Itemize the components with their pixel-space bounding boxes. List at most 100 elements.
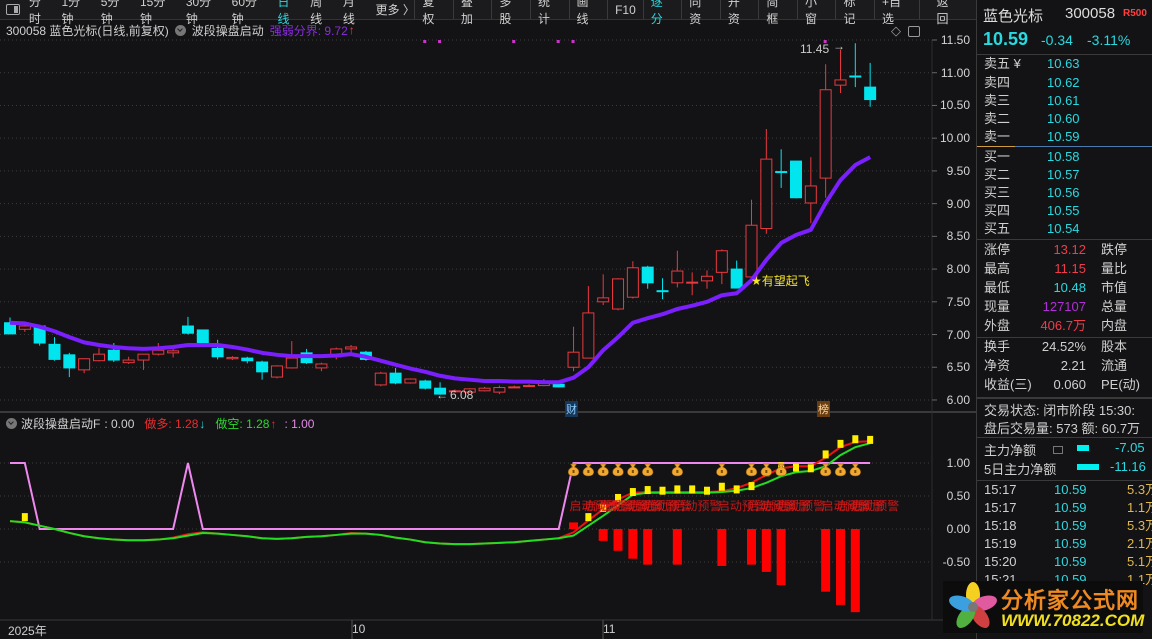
bid-row[interactable]: 买五 10.54 bbox=[984, 220, 1152, 238]
price-tick-label: 6.50 bbox=[946, 360, 970, 375]
money-bag-icon bbox=[646, 470, 649, 473]
indicator-f-name[interactable]: 波段操盘启动F bbox=[21, 415, 100, 432]
candle-up bbox=[745, 224, 758, 278]
kline-chart[interactable] bbox=[0, 0, 976, 639]
money-bag-icon bbox=[839, 470, 842, 473]
stat-label: 外盘 bbox=[984, 318, 1011, 333]
yellow-marker bbox=[837, 439, 844, 448]
tick-price: 10.59 bbox=[1054, 482, 1087, 497]
candle-up bbox=[671, 270, 684, 284]
indicator-dropdown-icon[interactable] bbox=[6, 418, 17, 429]
billboard-tag[interactable]: 榜 bbox=[817, 401, 830, 417]
tick-row: 15:19 10.59 2.1万 bbox=[984, 535, 1152, 553]
diamond-icon[interactable]: ◇ bbox=[891, 23, 901, 39]
yellow-marker bbox=[585, 513, 592, 522]
panel-layout-icon[interactable] bbox=[908, 26, 920, 37]
candle-up bbox=[834, 79, 847, 86]
candle-up bbox=[92, 353, 105, 362]
bid-label: 买一 bbox=[984, 149, 1011, 164]
candle-up bbox=[478, 387, 491, 392]
ask-row[interactable]: 卖五 ¥ 10.63 bbox=[984, 55, 1152, 73]
price-tick-label: 11.00 bbox=[940, 65, 970, 80]
indicator-tick-label: -0.50 bbox=[942, 555, 970, 569]
price-tick-label: 11.50 bbox=[940, 33, 970, 47]
money-bag-icon bbox=[572, 470, 575, 473]
candle-up bbox=[374, 372, 387, 386]
main-net-bar bbox=[1077, 445, 1089, 451]
tick-price: 10.59 bbox=[1054, 554, 1087, 569]
stat-label: 总量 bbox=[1101, 299, 1128, 314]
long-value: 做多: 1.28 bbox=[144, 417, 199, 431]
watermark-url: WWW.70822.COM bbox=[1001, 611, 1145, 630]
stat-label: 最低 bbox=[984, 280, 1011, 295]
price-tick-label: 7.50 bbox=[946, 294, 970, 309]
bid-row[interactable]: 买四 10.55 bbox=[984, 202, 1152, 220]
stat-label: 流通 bbox=[1101, 358, 1128, 373]
candle-down bbox=[864, 86, 877, 101]
ask-price: 10.61 bbox=[1047, 93, 1080, 108]
yellow-marker bbox=[822, 450, 829, 459]
candle-down bbox=[552, 383, 565, 388]
price-tick-label: 7.00 bbox=[946, 327, 970, 342]
list-icon[interactable] bbox=[1053, 446, 1063, 454]
bid-price: 10.55 bbox=[1047, 203, 1080, 218]
quote-panel: 蓝色光标 300058 R500 10.59 -0.34 -3.11% 卖五 ¥… bbox=[976, 0, 1152, 639]
ask-row[interactable]: 卖一 10.59 bbox=[984, 128, 1152, 146]
tick-row: 15:17 10.59 5.3万 bbox=[984, 481, 1152, 499]
candle-down bbox=[789, 160, 802, 199]
yellow-marker bbox=[867, 435, 874, 444]
stat-label: 现量 bbox=[984, 299, 1011, 314]
candle-up bbox=[122, 359, 135, 364]
money-bag-icon bbox=[765, 470, 768, 473]
candle-down bbox=[196, 329, 209, 344]
tick-row: 15:18 10.59 5.3万 bbox=[984, 517, 1152, 535]
up-arrow-icon: ↑ bbox=[270, 416, 277, 431]
tick-time: 15:18 bbox=[984, 518, 1017, 533]
stat-row: 最低 10.48 市值 bbox=[984, 279, 1152, 297]
bid-price: 10.54 bbox=[1047, 221, 1080, 236]
stat-row: 收益(三) 0.060 PE(动) bbox=[984, 376, 1152, 394]
yellow-marker bbox=[718, 482, 725, 491]
money-bag-icon bbox=[720, 470, 723, 473]
yellow-marker bbox=[704, 486, 711, 495]
top-marker bbox=[423, 40, 427, 43]
candle-up bbox=[315, 363, 328, 369]
indicator-tick-label: 0.00 bbox=[946, 522, 970, 536]
indicator-header: 波段操盘启动F : 0.00 做多: 1.28 ↓ 做空: 1.28 ↑ : 1… bbox=[6, 415, 314, 432]
candle-down bbox=[63, 354, 76, 369]
short-value: 做空: 1.28 bbox=[215, 417, 270, 431]
indicator-f-value: : 0.00 bbox=[104, 416, 135, 431]
candle-up bbox=[270, 365, 283, 378]
stat-label: 最高 bbox=[984, 261, 1011, 276]
bid-label: 买三 bbox=[984, 185, 1011, 200]
signal-bar bbox=[850, 529, 860, 613]
flower-logo-icon bbox=[949, 582, 997, 629]
down-arrow-icon: ↓ bbox=[199, 416, 206, 431]
ask-row[interactable]: 卖二 10.60 bbox=[984, 110, 1152, 128]
signal-bar bbox=[776, 529, 786, 586]
candle-up bbox=[152, 349, 165, 355]
candle-down bbox=[656, 290, 669, 293]
money-bag-icon bbox=[587, 470, 590, 473]
bid-row[interactable]: 买一 10.58 bbox=[984, 148, 1152, 166]
ask-row[interactable]: 卖四 10.62 bbox=[984, 74, 1152, 92]
ask-row[interactable]: 卖三 10.61 bbox=[984, 92, 1152, 110]
money-bag-icon bbox=[824, 470, 827, 473]
main-net-label[interactable]: 主力净额 bbox=[984, 440, 1036, 459]
bid-row[interactable]: 买二 10.57 bbox=[984, 166, 1152, 184]
yellow-marker bbox=[689, 485, 696, 494]
candle-up bbox=[167, 350, 180, 354]
bid-row[interactable]: 买三 10.56 bbox=[984, 184, 1152, 202]
main-net-value: -7.05 bbox=[1115, 440, 1145, 455]
ask-label: 卖五 ¥ bbox=[984, 56, 1021, 71]
finance-tag[interactable]: 财 bbox=[565, 401, 578, 417]
candle-down bbox=[641, 266, 654, 284]
tick-time: 15:17 bbox=[984, 500, 1017, 515]
candle-up bbox=[345, 346, 358, 350]
money-bag-icon bbox=[780, 470, 783, 473]
candle-down bbox=[775, 171, 788, 174]
yellow-marker bbox=[733, 485, 740, 494]
candle-up bbox=[612, 278, 625, 310]
candle-down bbox=[256, 361, 269, 373]
candle-down bbox=[211, 347, 224, 358]
